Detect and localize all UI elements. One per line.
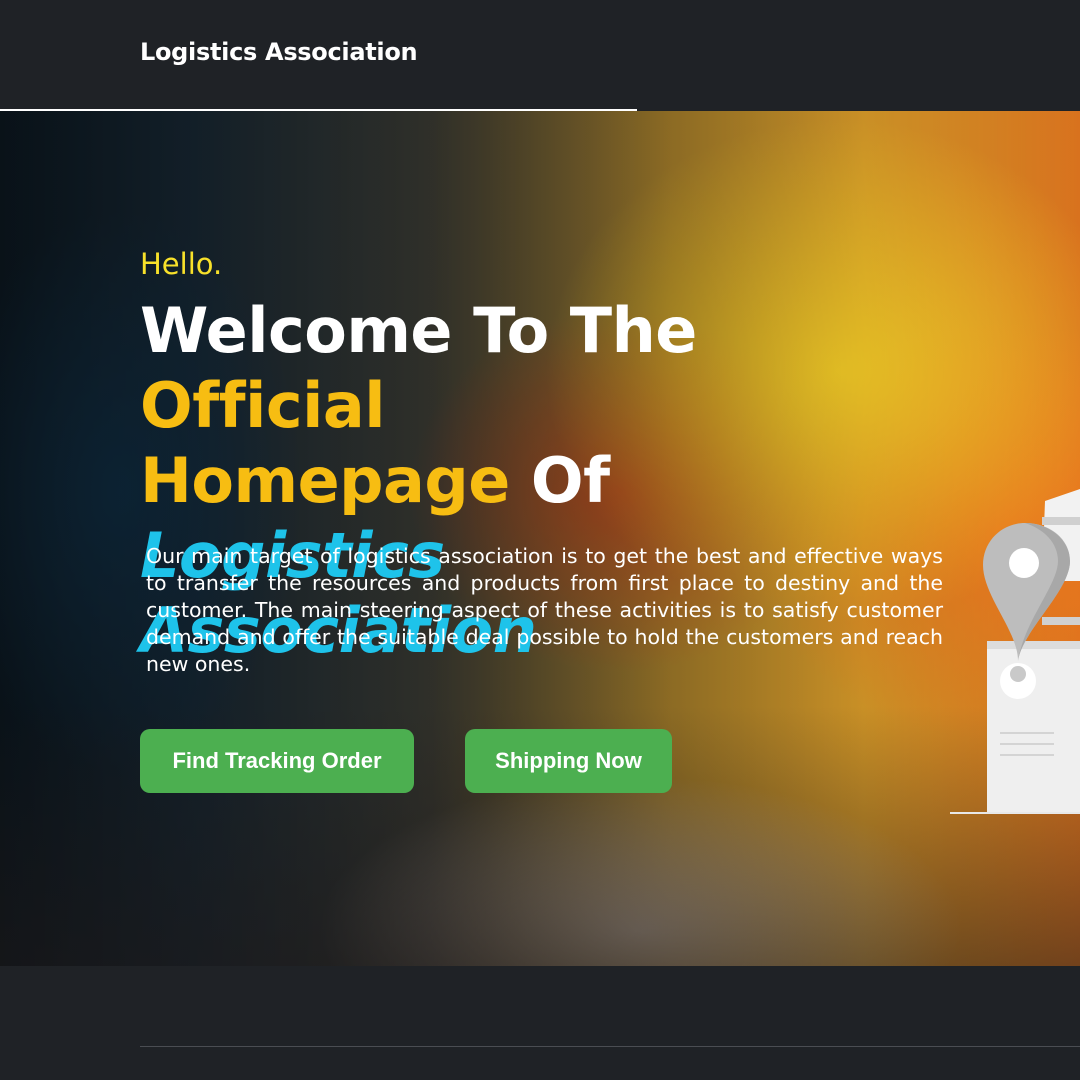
hero-greeting: Hello. — [140, 247, 223, 281]
location-pin-package-icon — [950, 489, 1080, 814]
find-tracking-order-button[interactable]: Find Tracking Order — [140, 729, 414, 793]
navbar: Logistics Association — [0, 0, 1080, 111]
footer-divider — [140, 1046, 1080, 1047]
headline-part-of: Of — [509, 444, 610, 517]
brand-logo-text[interactable]: Logistics Association — [140, 38, 418, 66]
page: Logistics Association Hello. Welcome To … — [0, 0, 1080, 1080]
shipping-now-button[interactable]: Shipping Now — [465, 729, 672, 793]
headline-part-homepage: Homepage — [140, 444, 510, 517]
headline-part-official: Official — [140, 369, 386, 442]
headline-part-welcome: Welcome To The — [140, 294, 697, 367]
hero-section: Hello. Welcome To The Official Homepage O… — [0, 111, 1080, 966]
hero-description: Our main target of logistics association… — [146, 544, 943, 676]
